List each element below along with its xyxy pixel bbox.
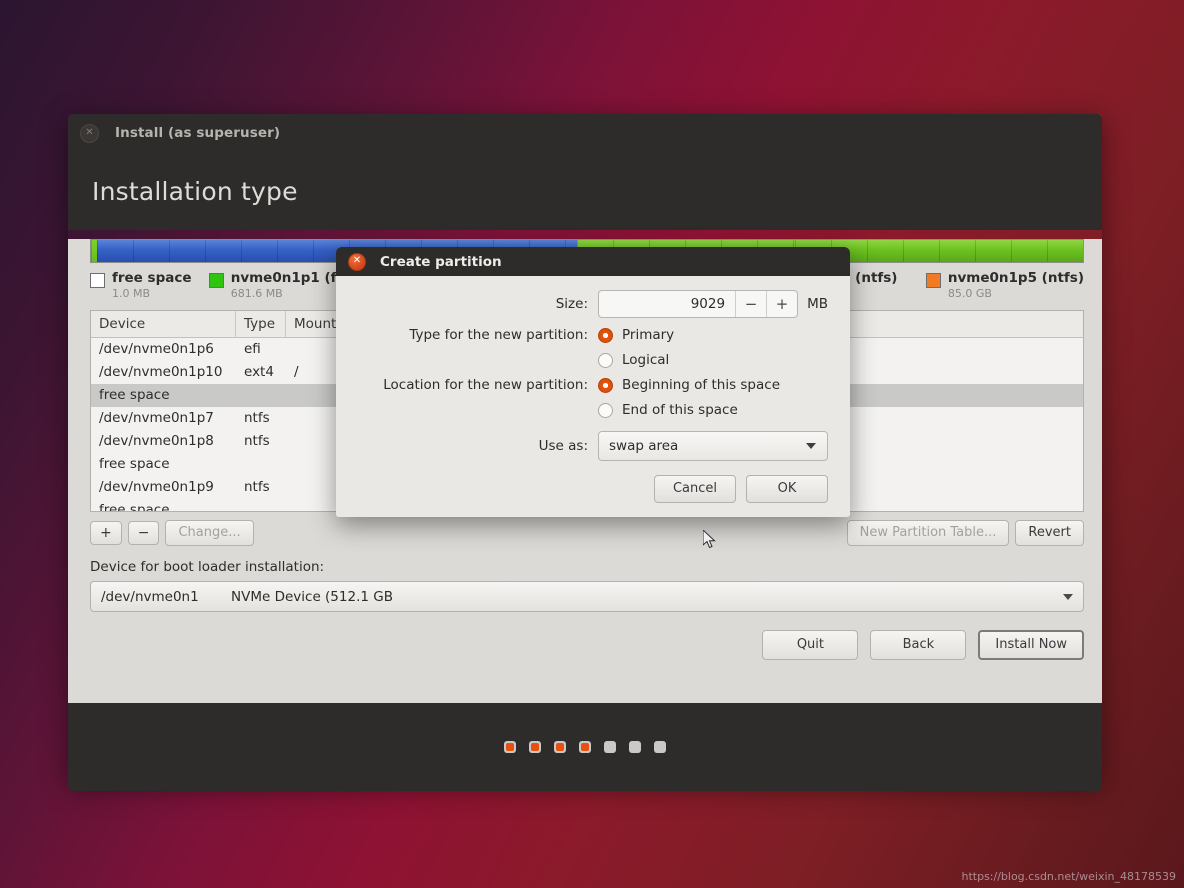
column-header-device[interactable]: Device	[91, 311, 236, 337]
bootloader-device-description: NVMe Device (512.1 GB	[231, 588, 393, 605]
size-decrement-button[interactable]: −	[735, 291, 766, 317]
legend-size: 85.0 GB	[947, 287, 992, 300]
size-unit-label: MB	[807, 296, 828, 312]
window-title: Install (as superuser)	[115, 125, 281, 141]
progress-dot	[554, 741, 566, 753]
progress-dot	[654, 741, 666, 753]
progress-dot	[629, 741, 641, 753]
legend-label: nvme0n1p5 (ntfs)	[947, 270, 1084, 286]
radio-label-logical: Logical	[622, 352, 670, 368]
cell-device: free space	[99, 387, 170, 403]
legend-swatch-icon	[90, 273, 105, 288]
radio-icon-beginning[interactable]	[598, 377, 613, 393]
bootloader-device-value: /dev/nvme0n1	[101, 588, 199, 605]
cell-device: /dev/nvme0n1p7	[99, 410, 214, 426]
radio-label-beginning: Beginning of this space	[622, 377, 780, 393]
cell-type: ntfs	[244, 433, 270, 449]
cell-device: /dev/nvme0n1p6	[99, 341, 214, 357]
type-row-logical: Logical	[346, 352, 828, 368]
close-icon[interactable]: ✕	[348, 252, 366, 271]
dialog-body: Size: 9029 − + MB Type for the new parti…	[336, 276, 850, 517]
ok-button[interactable]: OK	[746, 475, 828, 503]
add-partition-button[interactable]: +	[90, 521, 122, 545]
radio-icon-end[interactable]	[598, 402, 613, 418]
cell-device: /dev/nvme0n1p10	[99, 364, 223, 380]
size-label: Size:	[555, 296, 588, 312]
size-increment-button[interactable]: +	[766, 291, 797, 317]
close-icon[interactable]: ✕	[80, 123, 99, 143]
size-row: Size: 9029 − + MB	[346, 290, 828, 318]
cell-type: ntfs	[244, 479, 270, 495]
progress-dot	[579, 741, 591, 753]
location-row-beginning: Location for the new partition: Beginnin…	[346, 377, 828, 393]
legend-item-free-space: free space 1.0 MB	[90, 270, 209, 300]
use-as-row: Use as: swap area	[346, 431, 828, 461]
radio-logical[interactable]: Logical	[598, 352, 669, 368]
location-row-end: End of this space	[346, 402, 828, 418]
radio-icon-primary[interactable]	[598, 327, 613, 343]
legend-label: nvme0n1p1 (f	[230, 270, 337, 286]
bootloader-label: Device for boot loader installation:	[90, 559, 325, 575]
use-as-select[interactable]: swap area	[598, 431, 828, 461]
remove-partition-button[interactable]: −	[127, 521, 160, 545]
progress-dot	[604, 741, 616, 753]
cell-device: /dev/nvme0n1p9	[99, 479, 214, 495]
radio-label-primary: Primary	[622, 327, 675, 343]
revert-button[interactable]: Revert	[1015, 520, 1084, 546]
install-now-button[interactable]: Install Now	[978, 630, 1084, 660]
radio-label-end: End of this space	[622, 402, 738, 418]
installer-header: Installation type	[68, 152, 1102, 230]
cell-type: ext4	[244, 364, 274, 380]
back-button[interactable]: Back	[870, 630, 967, 660]
change-partition-button[interactable]: Change...	[165, 520, 254, 546]
legend-swatch-icon	[925, 273, 941, 288]
column-header-type[interactable]: Type	[236, 311, 286, 337]
radio-end-of-space[interactable]: End of this space	[598, 402, 738, 418]
cancel-button[interactable]: Cancel	[653, 475, 736, 503]
size-stepper[interactable]: 9029 − +	[598, 290, 799, 318]
use-as-value: swap area	[609, 438, 679, 454]
chevron-down-icon[interactable]	[806, 443, 816, 449]
cell-device: /dev/nvme0n1p8	[99, 433, 214, 449]
cell-type	[236, 453, 286, 476]
legend-item-nvme0n1p5: nvme0n1p5 (ntfs) 85.0 GB	[925, 270, 1084, 300]
cell-type: efi	[244, 341, 261, 357]
bootloader-device-select[interactable]: /dev/nvme0n1 NVMe Device (512.1 GB	[90, 581, 1084, 612]
create-partition-dialog: ✕ Create partition Size: 9029 − + MB Typ…	[336, 247, 850, 517]
dialog-title: Create partition	[380, 253, 502, 270]
legend-size: 681.6 MB	[230, 287, 283, 300]
installer-footer	[68, 703, 1102, 791]
new-partition-table-button[interactable]: New Partition Table...	[846, 520, 1010, 546]
size-input[interactable]: 9029	[599, 291, 735, 317]
progress-dot	[529, 741, 541, 753]
installer-titlebar: ✕ Install (as superuser)	[68, 114, 1102, 152]
type-label: Type for the new partition:	[409, 327, 588, 343]
use-as-label: Use as:	[538, 438, 588, 454]
type-row-primary: Type for the new partition: Primary	[346, 327, 828, 343]
dialog-titlebar: ✕ Create partition	[336, 247, 850, 276]
cell-device: free space	[99, 502, 170, 512]
progress-dot	[504, 741, 516, 753]
chevron-down-icon[interactable]	[1063, 593, 1073, 600]
installer-action-bar: Quit Back Install Now	[90, 630, 1084, 660]
radio-primary[interactable]: Primary	[598, 327, 674, 343]
legend-label: free space	[112, 270, 192, 286]
page-title: Installation type	[92, 176, 298, 206]
watermark-text: https://blog.csdn.net/weixin_48178539	[961, 870, 1176, 883]
radio-beginning-of-space[interactable]: Beginning of this space	[598, 377, 780, 393]
cell-device: free space	[99, 456, 170, 472]
cell-type: ntfs	[244, 410, 270, 426]
dialog-action-bar: Cancel OK	[346, 475, 828, 503]
partition-toolbar: + − Change... New Partition Table... Rev…	[90, 520, 1084, 546]
legend-swatch-icon	[208, 273, 224, 288]
radio-icon-logical[interactable]	[598, 352, 613, 368]
quit-button[interactable]: Quit	[762, 630, 859, 660]
cell-type	[236, 499, 286, 511]
legend-size: 1.0 MB	[112, 287, 151, 300]
location-label: Location for the new partition:	[383, 377, 588, 393]
cell-type	[236, 384, 286, 407]
